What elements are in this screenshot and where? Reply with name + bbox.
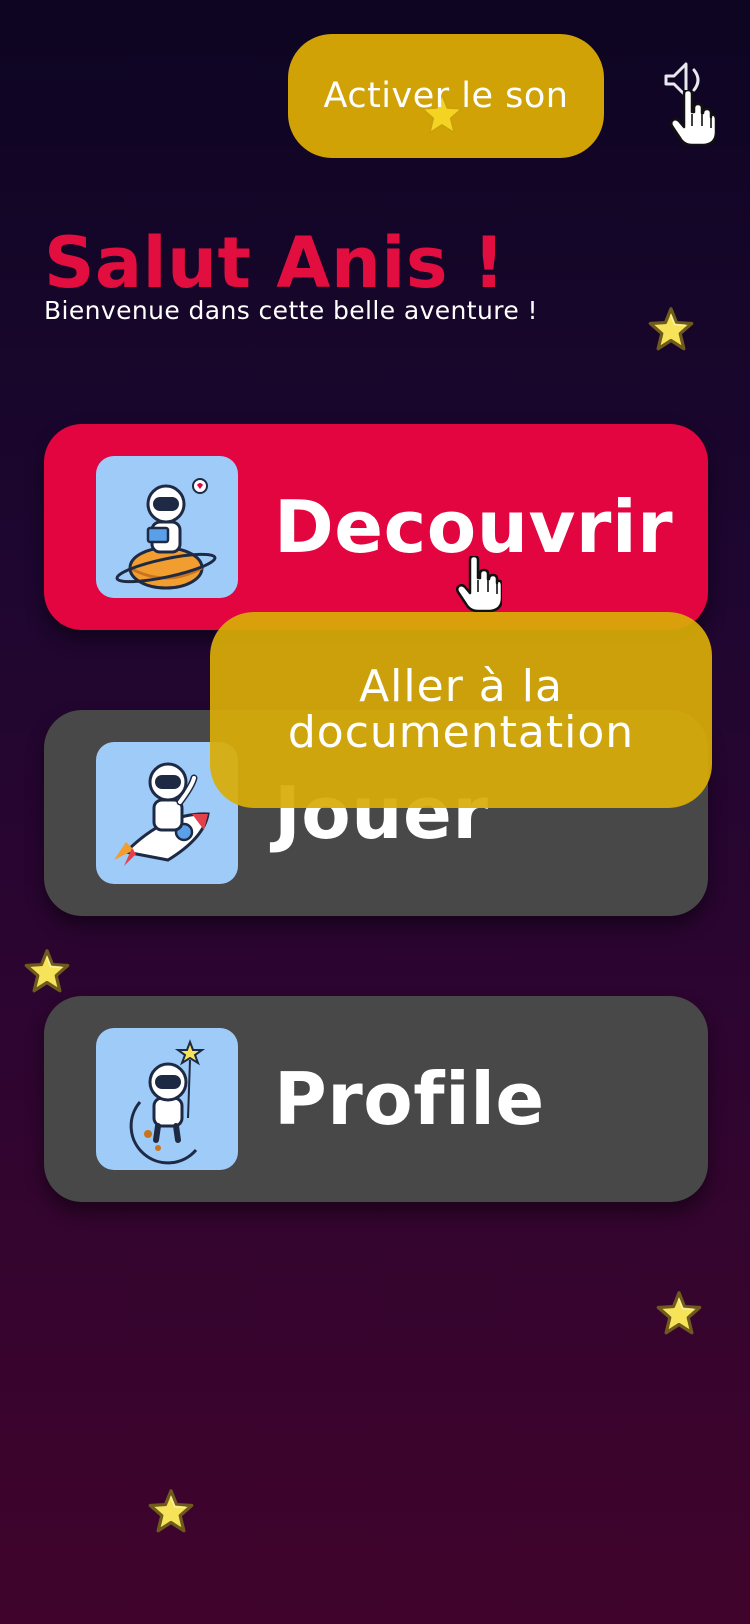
- menu-card-decouvrir[interactable]: Decouvrir: [44, 424, 708, 630]
- menu-label-profile: Profile: [274, 1057, 545, 1141]
- star-icon: [24, 948, 70, 994]
- star-icon: [148, 1488, 194, 1534]
- sound-tooltip[interactable]: Activer le son: [288, 34, 604, 158]
- menu-card-profile[interactable]: Profile: [44, 996, 708, 1202]
- star-icon: [656, 1290, 702, 1336]
- astronaut-on-planet-icon: [96, 456, 238, 598]
- documentation-tooltip-line1: Aller à la: [359, 661, 563, 712]
- hand-cursor-icon: [670, 90, 716, 146]
- page-title: Salut Anis !: [44, 222, 506, 304]
- documentation-tooltip[interactable]: Aller à la documentation: [210, 612, 712, 808]
- sound-tooltip-label: Activer le son: [323, 76, 569, 116]
- star-icon: [648, 306, 694, 352]
- page-subtitle: Bienvenue dans cette belle aventure !: [44, 296, 538, 325]
- hand-cursor-icon: [456, 556, 502, 612]
- documentation-tooltip-line2: documentation: [287, 707, 635, 758]
- astronaut-on-moon-icon: [96, 1028, 238, 1170]
